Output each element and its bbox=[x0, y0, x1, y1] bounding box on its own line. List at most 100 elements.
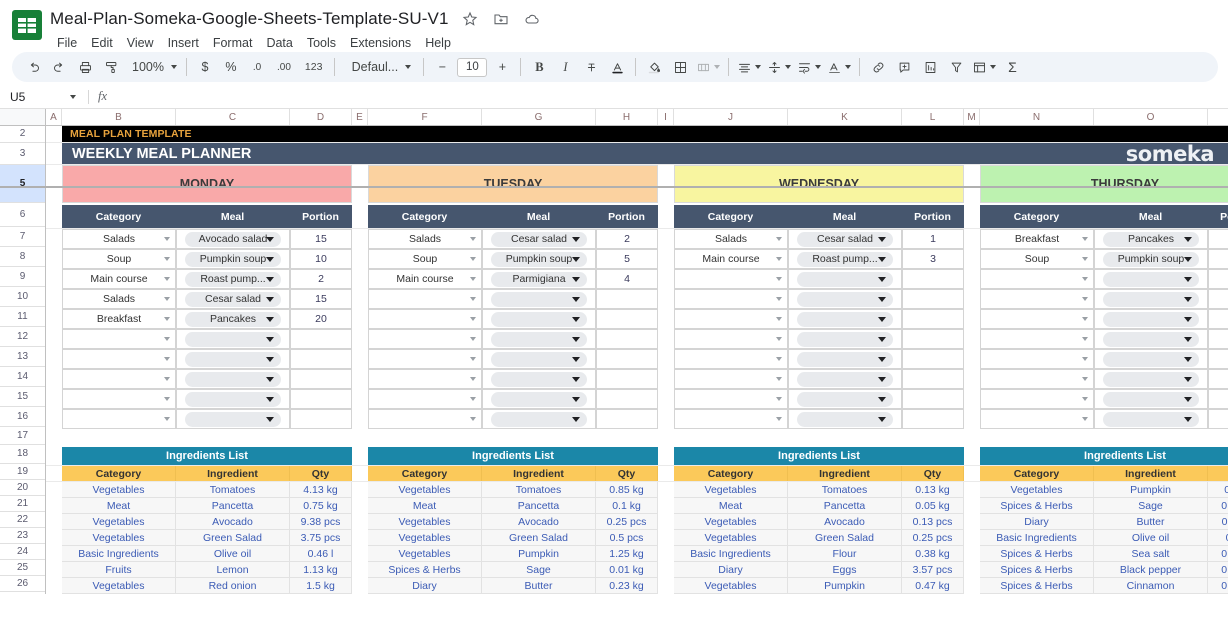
category-cell[interactable]: Salads bbox=[62, 289, 176, 309]
chevron-down-icon[interactable] bbox=[266, 416, 275, 422]
chevron-down-icon[interactable] bbox=[572, 296, 581, 302]
ingredient-name-cell[interactable]: Avocado bbox=[788, 514, 902, 530]
chevron-down-icon[interactable] bbox=[1184, 296, 1193, 302]
category-cell[interactable]: Main course bbox=[674, 249, 788, 269]
meal-dropdown[interactable] bbox=[796, 311, 894, 327]
meal-cell[interactable] bbox=[1094, 309, 1208, 329]
row-header-26[interactable]: 26 bbox=[0, 576, 45, 592]
category-cell[interactable] bbox=[368, 329, 482, 349]
meal-dropdown[interactable]: Pumpkin soup bbox=[1102, 251, 1200, 267]
meal-cell[interactable] bbox=[1094, 409, 1208, 429]
ingredient-qty-cell[interactable]: 0.46 l bbox=[290, 546, 352, 562]
chevron-down-icon[interactable] bbox=[470, 417, 476, 421]
meal-dropdown[interactable] bbox=[490, 391, 588, 407]
chevron-down-icon[interactable] bbox=[1184, 236, 1193, 242]
ingredient-category-cell[interactable]: Vegetables bbox=[62, 514, 176, 530]
category-cell[interactable] bbox=[368, 409, 482, 429]
meal-dropdown[interactable] bbox=[184, 351, 282, 367]
ingredient-name-cell[interactable]: Olive oil bbox=[1094, 530, 1208, 546]
chevron-down-icon[interactable] bbox=[776, 397, 782, 401]
row-header-23[interactable]: 23 bbox=[0, 528, 45, 544]
ingredient-category-cell[interactable]: Vegetables bbox=[980, 482, 1094, 498]
meal-cell[interactable] bbox=[482, 389, 596, 409]
grid-cell-a15[interactable] bbox=[46, 389, 62, 409]
chevron-down-icon[interactable] bbox=[266, 336, 275, 342]
chevron-down-icon[interactable] bbox=[164, 337, 170, 341]
meal-cell[interactable]: Pumpkin soup bbox=[1094, 249, 1208, 269]
chevron-down-icon[interactable] bbox=[878, 356, 887, 362]
meal-cell[interactable] bbox=[1094, 269, 1208, 289]
strikethrough-icon[interactable] bbox=[578, 55, 604, 79]
chevron-down-icon[interactable] bbox=[1184, 336, 1193, 342]
ingredient-category-cell[interactable]: Vegetables bbox=[62, 530, 176, 546]
meal-dropdown[interactable] bbox=[1102, 371, 1200, 387]
column-header-i[interactable]: I bbox=[658, 109, 674, 125]
ingredient-qty-cell[interactable]: 1.25 kg bbox=[596, 546, 658, 562]
redo-icon[interactable] bbox=[46, 55, 72, 79]
ingredient-category-cell[interactable]: Diary bbox=[980, 514, 1094, 530]
column-header-n[interactable]: N bbox=[980, 109, 1094, 125]
category-cell[interactable] bbox=[980, 349, 1094, 369]
row-header-20[interactable]: 20 bbox=[0, 480, 45, 496]
chevron-down-icon[interactable] bbox=[572, 256, 581, 262]
ingredient-qty-cell[interactable]: 3.75 pcs bbox=[290, 530, 352, 546]
category-cell[interactable] bbox=[980, 389, 1094, 409]
meal-dropdown[interactable] bbox=[796, 391, 894, 407]
ingredient-name-cell[interactable]: Black pepper bbox=[1094, 562, 1208, 578]
paint-format-icon[interactable] bbox=[98, 55, 124, 79]
chevron-down-icon[interactable] bbox=[572, 356, 581, 362]
meal-dropdown[interactable]: Cesar salad bbox=[796, 231, 894, 247]
meal-dropdown[interactable] bbox=[1102, 311, 1200, 327]
column-header-b[interactable]: B bbox=[62, 109, 176, 125]
column-header-j[interactable]: J bbox=[674, 109, 788, 125]
ingredient-name-cell[interactable]: Sea salt bbox=[1094, 546, 1208, 562]
grid-cell-a18[interactable] bbox=[46, 447, 62, 465]
portion-cell[interactable] bbox=[902, 329, 964, 349]
chevron-down-icon[interactable] bbox=[1082, 337, 1088, 341]
ingredient-qty-cell[interactable]: 0.13 kg bbox=[902, 482, 964, 498]
ingredient-name-cell[interactable]: Pancetta bbox=[482, 498, 596, 514]
chevron-down-icon[interactable] bbox=[1184, 316, 1193, 322]
menu-tools[interactable]: Tools bbox=[300, 33, 343, 53]
frozen-pane-divider[interactable] bbox=[0, 186, 1228, 188]
ingredient-name-cell[interactable]: Olive oil bbox=[176, 546, 290, 562]
meal-dropdown[interactable] bbox=[1102, 331, 1200, 347]
grid-cell-a22[interactable] bbox=[46, 514, 62, 530]
portion-cell[interactable] bbox=[1208, 269, 1228, 289]
chevron-down-icon[interactable] bbox=[266, 396, 275, 402]
ingredient-qty-cell[interactable]: 0.5 kg bbox=[1208, 482, 1228, 498]
ingredient-qty-cell[interactable]: 0.01 kg bbox=[1208, 578, 1228, 594]
menu-help[interactable]: Help bbox=[418, 33, 458, 53]
meal-cell[interactable]: Cesar salad bbox=[482, 229, 596, 249]
more-formats-button[interactable]: 123 bbox=[298, 55, 330, 79]
category-cell[interactable] bbox=[674, 329, 788, 349]
ingredient-category-cell[interactable]: Basic Ingredients bbox=[62, 546, 176, 562]
meal-dropdown[interactable] bbox=[1102, 271, 1200, 287]
font-size-input[interactable]: 10 bbox=[457, 57, 488, 77]
chevron-down-icon[interactable] bbox=[776, 337, 782, 341]
chevron-down-icon[interactable] bbox=[878, 236, 887, 242]
create-filter-icon[interactable] bbox=[943, 55, 969, 79]
ingredient-name-cell[interactable]: Green Salad bbox=[788, 530, 902, 546]
row-header-18[interactable]: 18 bbox=[0, 445, 45, 464]
ingredient-category-cell[interactable]: Fruits bbox=[62, 562, 176, 578]
category-cell[interactable] bbox=[368, 309, 482, 329]
ingredient-qty-cell[interactable]: 0.25 pcs bbox=[902, 530, 964, 546]
portion-cell[interactable]: 15 bbox=[290, 229, 352, 249]
meal-cell[interactable] bbox=[176, 329, 290, 349]
row-header-6[interactable]: 6 bbox=[0, 203, 45, 227]
row-header-17[interactable]: 17 bbox=[0, 427, 45, 445]
meal-cell[interactable] bbox=[482, 349, 596, 369]
meal-dropdown[interactable] bbox=[490, 311, 588, 327]
portion-cell[interactable]: 2 bbox=[1208, 249, 1228, 269]
cloud-saved-icon[interactable] bbox=[522, 9, 542, 29]
meal-cell[interactable]: Roast pump... bbox=[788, 249, 902, 269]
portion-cell[interactable]: 2 bbox=[596, 229, 658, 249]
portion-cell[interactable]: 20 bbox=[290, 309, 352, 329]
portion-cell[interactable]: 1 bbox=[902, 229, 964, 249]
row-header-19[interactable]: 19 bbox=[0, 464, 45, 480]
category-cell[interactable] bbox=[368, 389, 482, 409]
decrease-font-size-button[interactable]: − bbox=[429, 55, 455, 79]
ingredient-qty-cell[interactable]: 0.01 kg bbox=[596, 562, 658, 578]
chevron-down-icon[interactable] bbox=[776, 417, 782, 421]
